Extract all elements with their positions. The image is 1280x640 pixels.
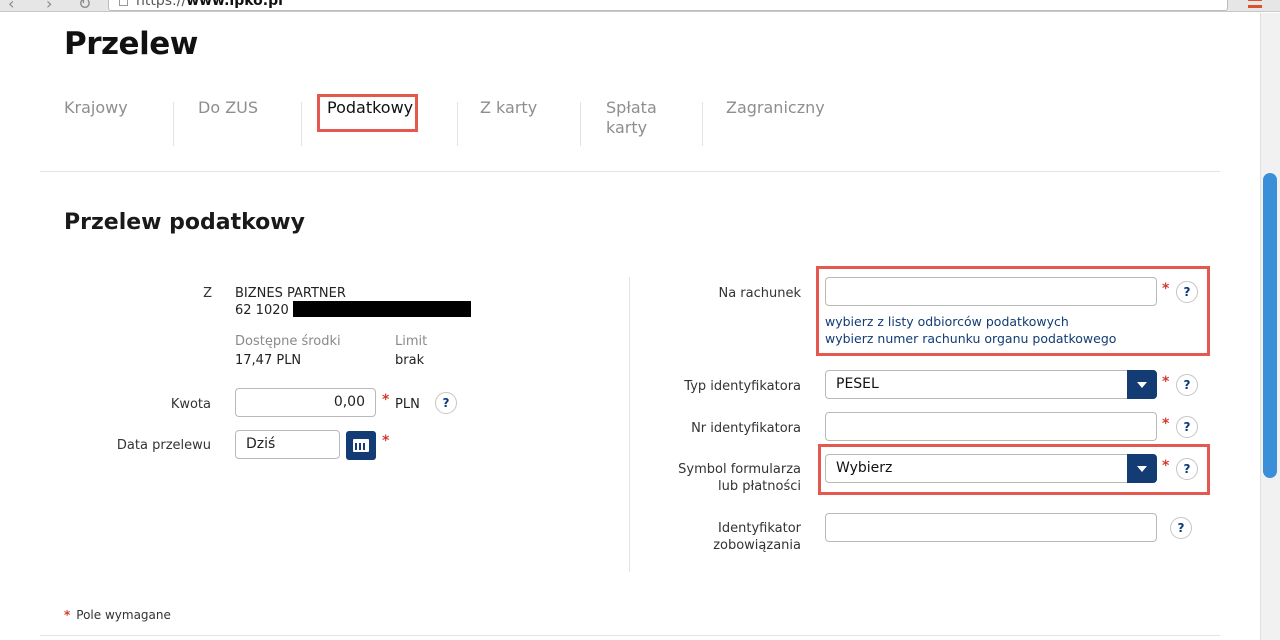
available-funds-value: 17,47 PLN [235,353,302,368]
id-type-select[interactable]: PESEL [825,370,1157,399]
required-mark: * [1162,416,1170,432]
active-tab-highlight [317,94,418,132]
id-number-input[interactable] [825,412,1157,441]
form-symbol-label-line1: Symbol formularza [678,462,801,477]
tab-divider [173,102,174,146]
transfer-date-input[interactable]: Dziś [235,430,340,459]
amount-help-icon[interactable]: ? [435,392,457,414]
url-host: www.ipko.pl [186,0,283,9]
tab-divider [702,102,703,146]
amount-label: Kwota [170,397,211,412]
form-bottom-divider [40,635,1220,636]
required-fields-text: Pole wymagane [76,608,171,622]
form-symbol-label-line2: lub płatności [718,479,801,494]
id-number-label: Nr identyfikatora [691,421,801,436]
tab-z-karty[interactable]: Z karty [480,98,537,118]
browser-menu-icon[interactable] [1248,0,1262,8]
obligation-id-label-line1: Identyfikator [718,521,801,536]
calendar-button[interactable] [346,431,376,460]
tab-krajowy[interactable]: Krajowy [64,98,128,118]
transfer-date-label: Data przelewu [116,438,211,453]
from-label: Z [203,286,212,301]
browser-toolbar: ‹ › ↻ https://www.ipko.pl [0,0,1280,12]
tab-zagraniczny[interactable]: Zagraniczny [726,98,825,118]
id-type-help-icon[interactable]: ? [1176,374,1198,396]
tab-divider [301,102,302,146]
tab-splata-karty[interactable]: Spłata karty [606,98,676,138]
required-fields-note: * Pole wymagane [64,608,171,622]
redacted-account-digits [293,301,471,317]
amount-currency: PLN [395,397,420,412]
form-symbol-highlight [818,444,1210,495]
id-type-selected-value: PESEL [836,376,879,392]
transfer-type-tabs: Krajowy Do ZUS Podatkowy Z karty Spłata … [40,92,1220,172]
page-icon [119,0,128,6]
page-scrollbar[interactable] [1260,13,1280,640]
calendar-grid [355,443,367,450]
to-account-highlight [816,266,1210,356]
forward-icon[interactable]: › [46,0,52,11]
required-mark: * [382,392,390,408]
obligation-id-help-icon[interactable]: ? [1170,517,1192,539]
id-type-label: Typ identyfikatora [684,379,801,394]
url-scheme: https:// [136,0,187,9]
column-divider [629,277,630,572]
from-account-name: BIZNES PARTNER [235,286,346,301]
limit-value: brak [395,353,425,368]
required-mark: * [64,608,71,622]
id-number-help-icon[interactable]: ? [1176,416,1198,438]
to-account-label: Na rachunek [718,286,801,301]
address-bar[interactable]: https://www.ipko.pl [108,0,1228,11]
reload-icon[interactable]: ↻ [78,0,91,11]
obligation-id-label-line2: zobowiązania [713,538,801,553]
obligation-id-input[interactable] [825,513,1157,542]
available-funds-label: Dostępne środki [235,334,341,349]
amount-input[interactable]: 0,00 [235,388,376,417]
scrollbar-thumb[interactable] [1263,173,1277,478]
limit-label: Limit [395,334,428,349]
section-title: Przelew podatkowy [64,210,305,235]
tab-divider [580,102,581,146]
tab-do-zus[interactable]: Do ZUS [198,98,258,118]
tab-divider [457,102,458,146]
chevron-down-icon[interactable] [1127,370,1157,399]
required-mark: * [382,433,390,449]
from-account-number: 62 1020 [235,303,289,318]
back-icon[interactable]: ‹ [8,0,14,11]
page-title: Przelew [64,26,198,62]
required-mark: * [1162,374,1170,390]
